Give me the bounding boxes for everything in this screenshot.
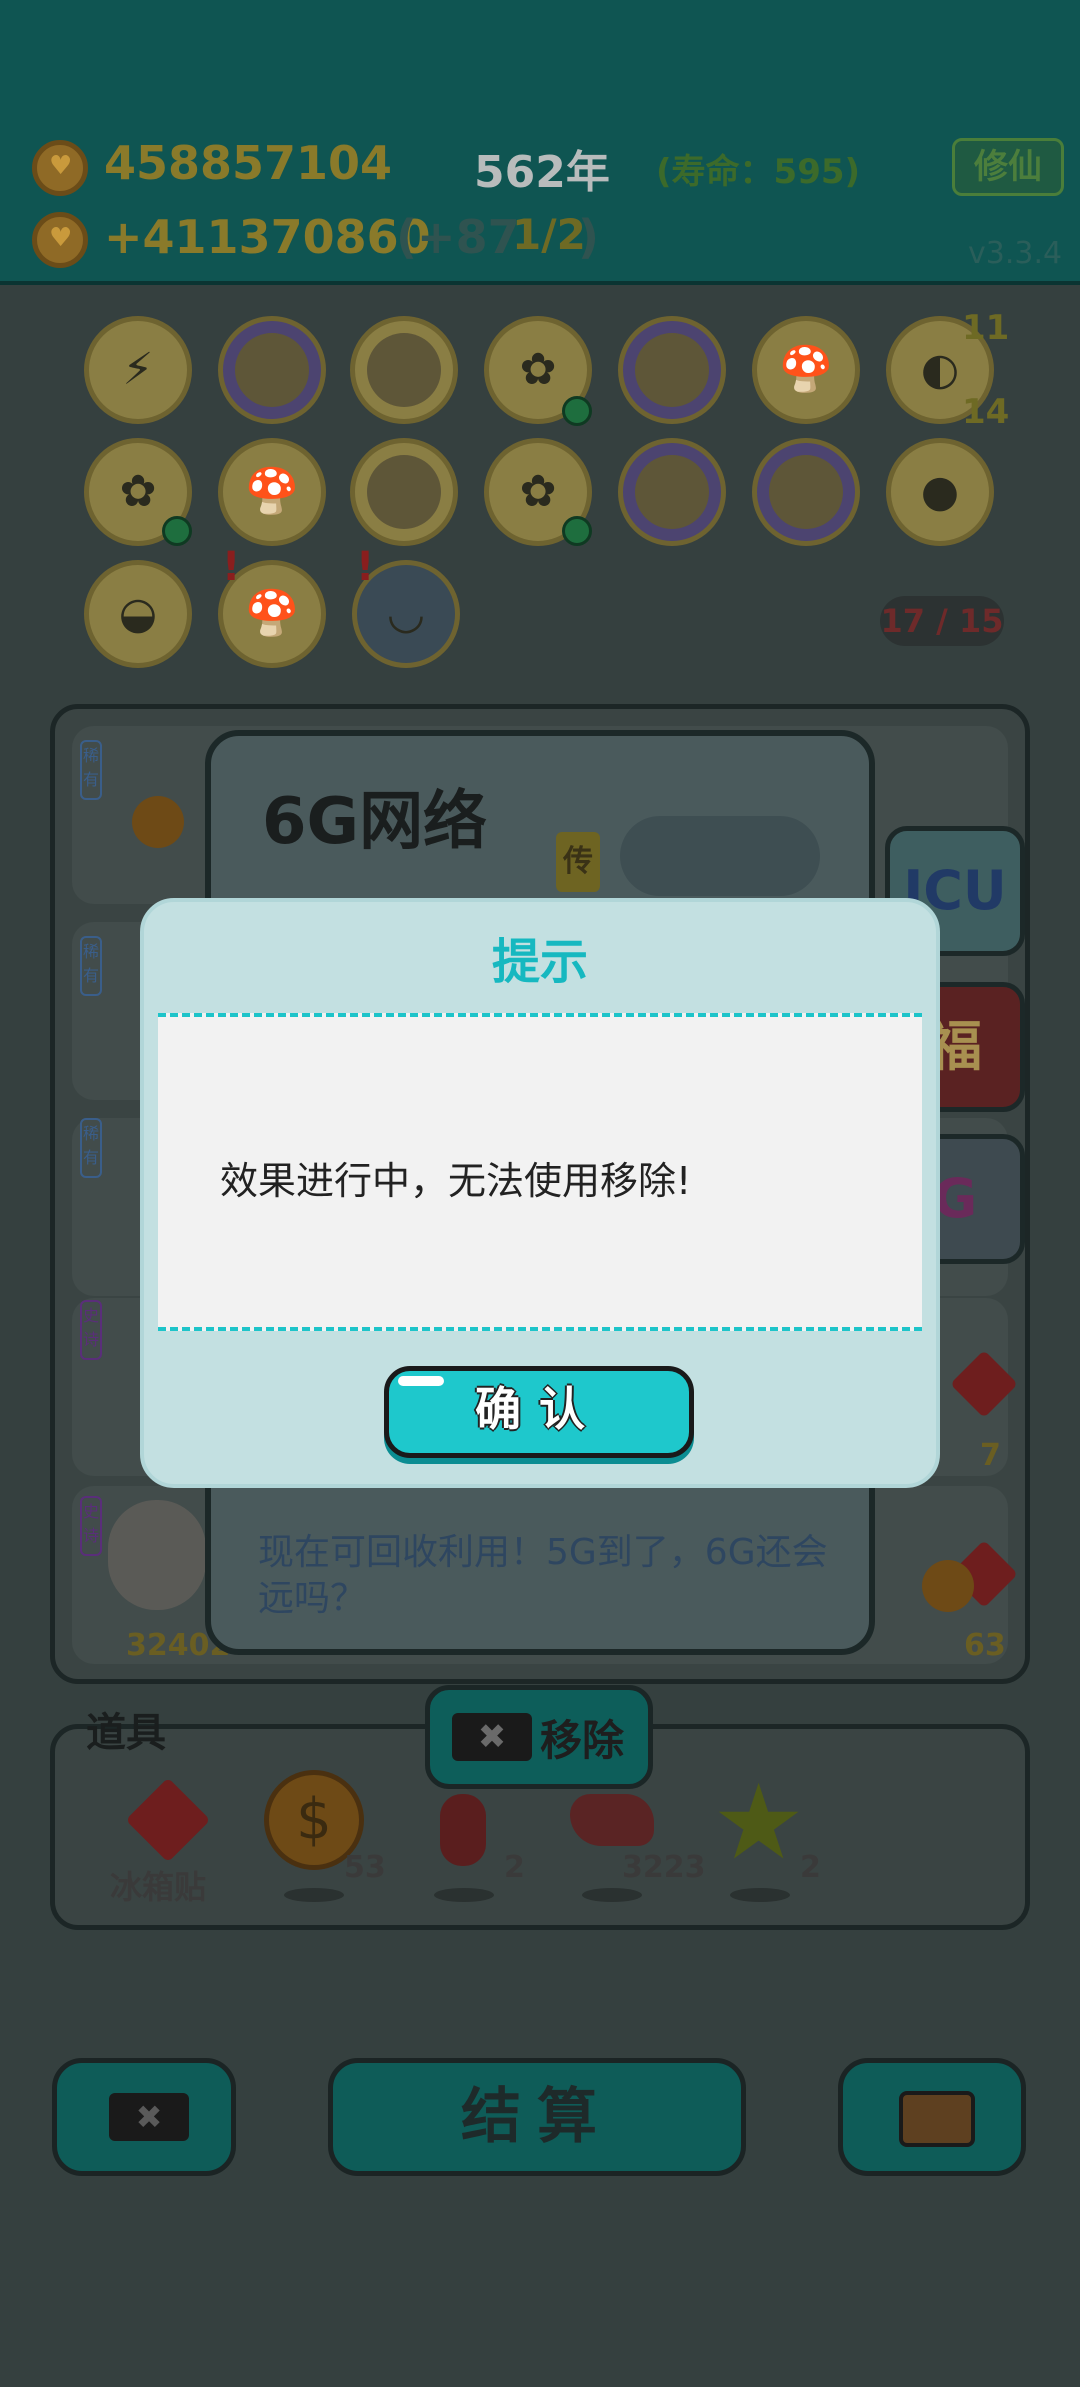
item-shadow (434, 1888, 494, 1902)
item-shadow (582, 1888, 642, 1902)
status-dot (562, 396, 592, 426)
dialog-title: 提示 (491, 934, 588, 990)
rarity-tag: 稀有 (80, 936, 102, 996)
tool-count: 3223 (622, 1850, 706, 1885)
face-avatar-icon (108, 1500, 206, 1610)
item-count: 7 (980, 1438, 1001, 1473)
tools-label: 道具 (86, 1710, 166, 1756)
bucket-badge[interactable] (752, 438, 860, 546)
mushroom-icon: 🍄 (778, 344, 834, 395)
i-see-u-badge[interactable] (618, 316, 726, 424)
tool-count: 2 (800, 1850, 821, 1885)
rarity-tag: 稀有 (80, 1118, 102, 1178)
bucket-badge[interactable] (350, 438, 458, 546)
lightning-badge[interactable]: ⚡ (84, 316, 192, 424)
lightning-icon: ⚡ (122, 344, 154, 395)
alert-icon: ! (222, 544, 241, 590)
briefcase-icon (899, 2091, 975, 2147)
settle-button[interactable]: 结算 (328, 2058, 746, 2176)
fruit-bowl-badge[interactable]: ◒ (84, 560, 192, 668)
status-dot (562, 516, 592, 546)
version-label: v3.3.4 (968, 236, 1063, 271)
bucket-badge[interactable] (618, 438, 726, 546)
income-extra-close: ) (578, 210, 600, 264)
fruit-bowl-icon: ◒ (118, 588, 158, 639)
liver-icon[interactable] (570, 1794, 654, 1846)
item-shadow (284, 1888, 344, 1902)
coin-icon (32, 140, 88, 196)
briefcase-button[interactable] (838, 2058, 1026, 2176)
confirm-label: 确认 (475, 1382, 603, 1436)
mushroom-badge[interactable]: 🍄 (218, 438, 326, 546)
coin-income: +411370860 (104, 210, 431, 264)
item-shadow (730, 1888, 790, 1902)
rarity-tag: 史诗 (80, 1300, 102, 1360)
discard-button[interactable]: ✖ (52, 2058, 236, 2176)
status-dot (162, 516, 192, 546)
settle-label: 结算 (461, 2082, 613, 2152)
slot-capacity: 17 / 15 (880, 596, 1004, 646)
rarity-tag: 稀有 (80, 740, 102, 800)
orange-glasses-badge[interactable]: ● (886, 438, 994, 546)
tool-item-label: 冰箱贴 (110, 1868, 207, 1906)
badge-count: 14 (962, 392, 1010, 432)
orange-icon (132, 796, 184, 848)
cultivate-button[interactable]: 修仙 (952, 138, 1064, 196)
tool-count: 53 (344, 1850, 386, 1885)
coin-total: 458857104 (104, 136, 393, 190)
legend-tag: 传 (556, 832, 600, 892)
tool-count: 2 (504, 1850, 525, 1885)
chili-icon[interactable] (440, 1794, 486, 1866)
mushroom-badge[interactable]: 🍄 (752, 316, 860, 424)
card-description: 现在可回收利用！5G到了，6G还会远吗？ (258, 1532, 828, 1619)
remove-label: 移除 (540, 1716, 625, 1765)
dialog-message: 效果进行中，无法使用移除! (220, 1159, 692, 1203)
rice-cooker-badge[interactable] (350, 316, 458, 424)
card-title: 6G网络 (262, 785, 488, 859)
mushroom-icon: 🍄 (244, 466, 300, 517)
lifespan: (寿命：595) (656, 152, 861, 192)
coin-icon (32, 212, 88, 268)
badge-count: 11 (962, 308, 1010, 348)
star-icon[interactable]: ★ (712, 1770, 805, 1874)
orange-icon: ● (920, 466, 960, 517)
bucket-badge[interactable] (218, 316, 326, 424)
rarity-tag: 史诗 (80, 1496, 102, 1556)
alert-icon: ! (356, 544, 375, 590)
close-icon: ✖ (109, 2093, 189, 2141)
age-years: 562年 (474, 147, 610, 198)
6g-logo-icon (620, 816, 820, 896)
orange-icon (922, 1560, 974, 1612)
progress-counter: 1/2 (512, 210, 586, 259)
remove-x-icon: ✖ (452, 1713, 532, 1761)
income-extra: (+87 (396, 210, 520, 264)
item-count: 63 (964, 1628, 1006, 1663)
